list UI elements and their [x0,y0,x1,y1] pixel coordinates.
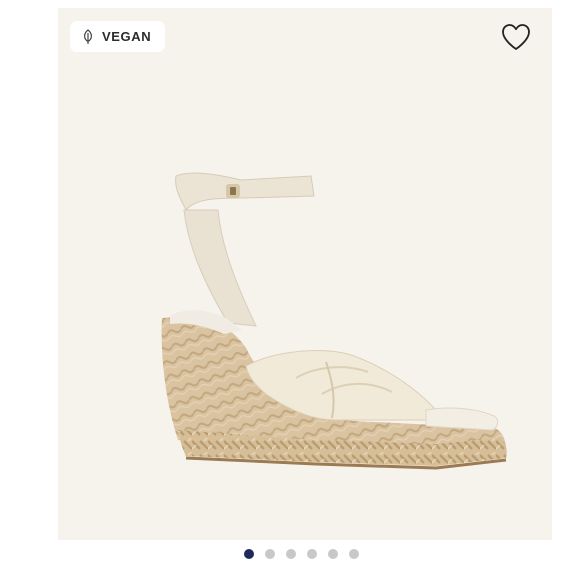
carousel-dot[interactable] [328,549,338,559]
badge-label: VEGAN [102,29,152,44]
carousel-dot[interactable] [307,549,317,559]
sandal-image [161,172,507,470]
leaf-icon [82,28,94,45]
carousel-dot[interactable] [265,549,275,559]
carousel-dots [244,549,359,559]
vegan-badge: VEGAN [70,21,166,52]
heart-icon[interactable] [500,22,532,52]
product-gallery-card: VEGAN [58,8,552,540]
carousel-dot[interactable] [286,549,296,559]
carousel-dot[interactable] [349,549,359,559]
carousel-dot[interactable] [244,549,254,559]
favorite-button[interactable] [498,20,534,54]
